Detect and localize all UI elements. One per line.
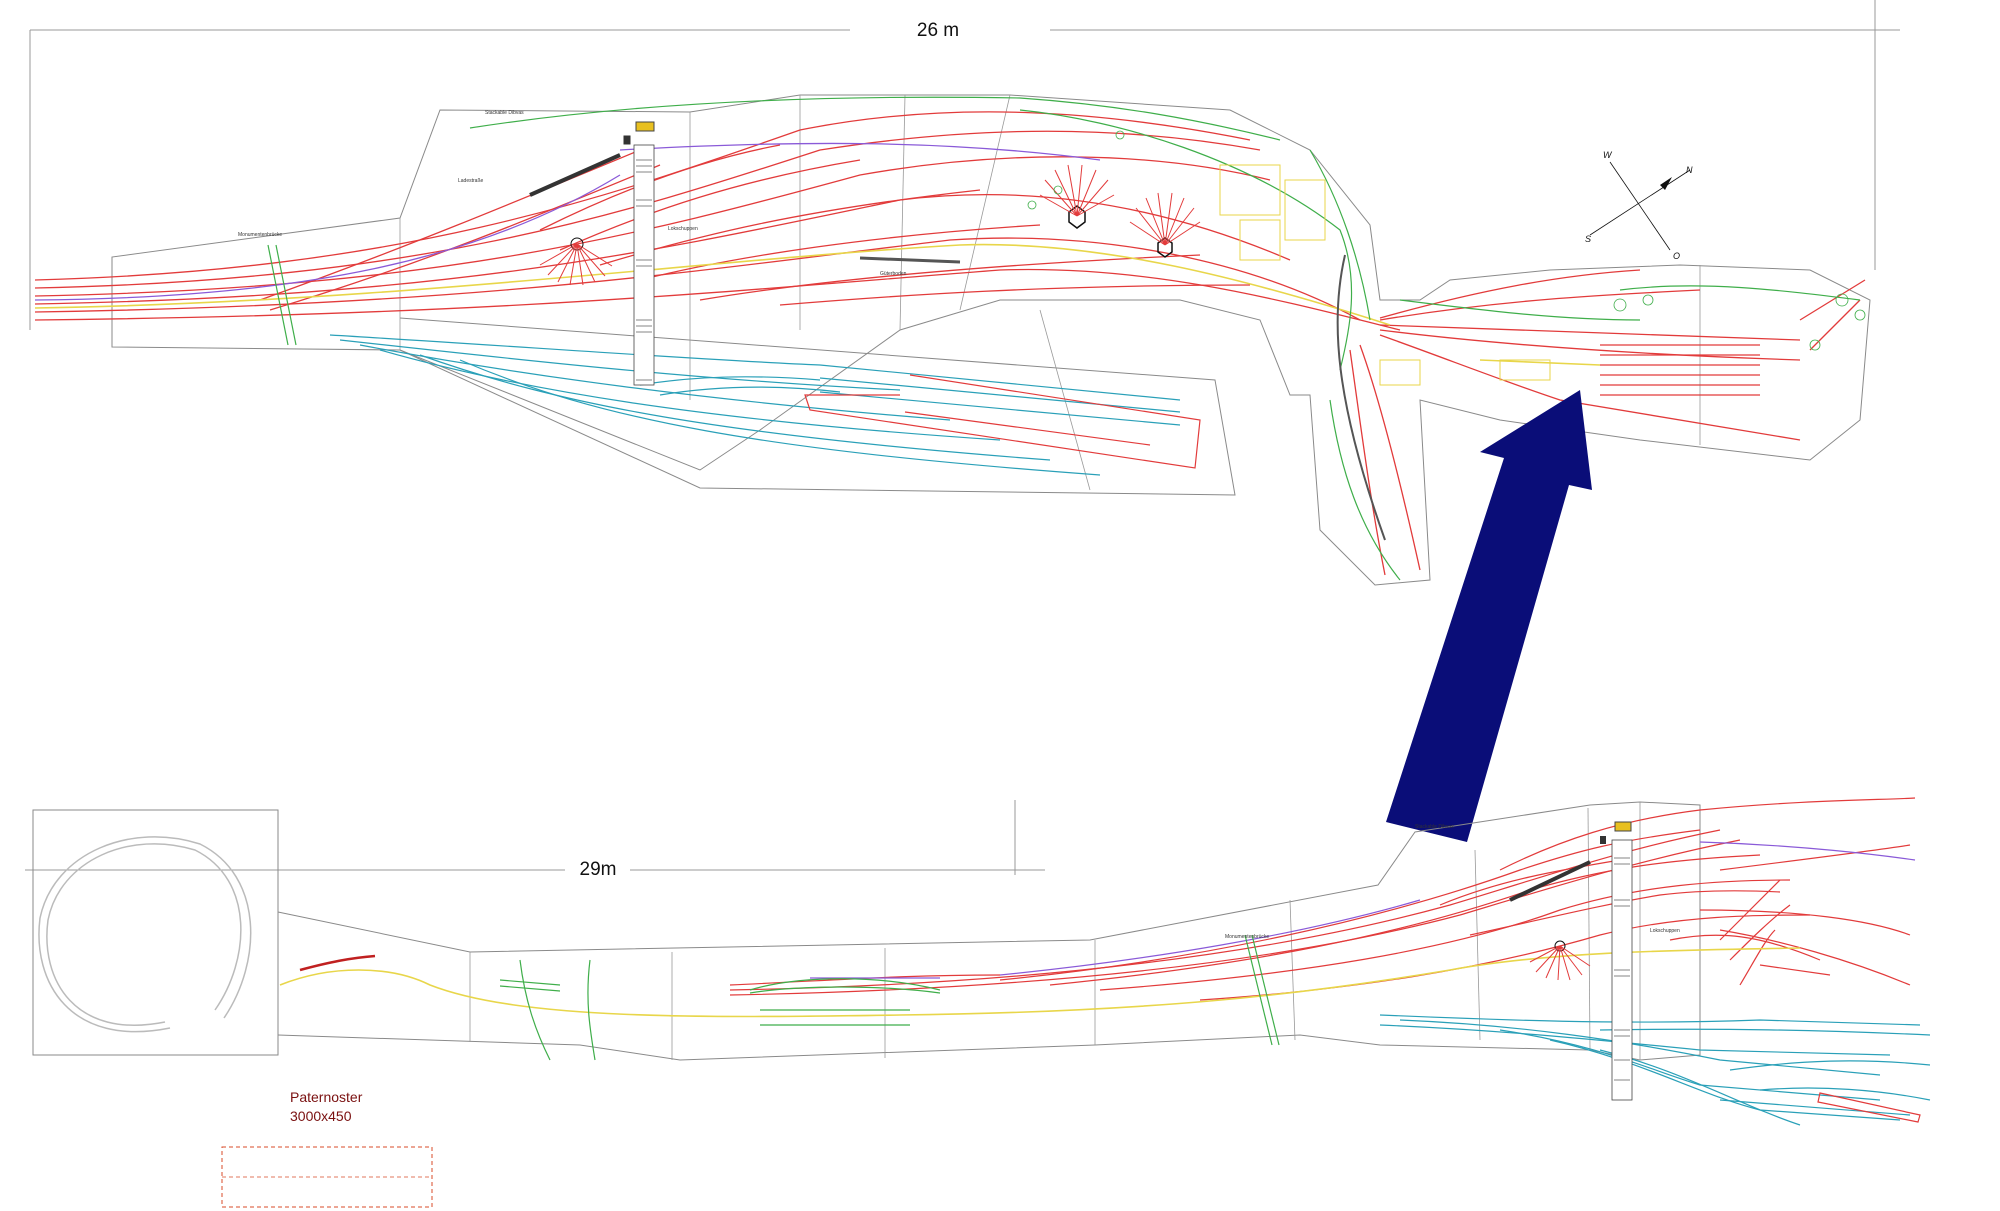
top-label-2: Ladestraße	[458, 178, 484, 184]
compass-o: O	[1673, 251, 1680, 261]
top-label-3: Güterboden	[880, 271, 907, 277]
bottom-start-track	[299, 954, 376, 972]
compass-rose: W N S O	[1585, 150, 1693, 261]
bottom-label-2: Lokschuppen	[1650, 928, 1680, 934]
top-layout: 26 m W N S O Monumentenbrücke Stackable …	[29, 0, 1900, 586]
paternoster-legend: Paternoster 3000x450	[221, 1089, 433, 1208]
top-platforms	[529, 121, 1386, 541]
bottom-dimension-label: 29m	[580, 859, 617, 880]
bottom-layout: 29m Monumentenbrücke Stackable Dibvas Lo…	[25, 797, 1931, 1126]
compass-s: S	[1585, 234, 1591, 244]
track-plan-diagram: 26 m W N S O Monumentenbrücke Stackable …	[25, 0, 1931, 1208]
helix-track	[38, 836, 252, 1033]
top-label-bridge: Monumentenbrücke	[238, 232, 282, 238]
paternoster-size: 3000x450	[290, 1108, 352, 1124]
compass-w: W	[1603, 150, 1613, 160]
top-trees	[1027, 130, 1866, 351]
bottom-roundhouse	[1529, 940, 1591, 981]
bottom-yellow-track	[279, 947, 1801, 1018]
top-roundhouse-mid	[1039, 164, 1115, 229]
top-baseboard-outline	[111, 94, 1871, 586]
bottom-label-bridge: Monumentenbrücke	[1225, 934, 1269, 940]
bottom-dimension-line	[25, 800, 1045, 875]
compass-n: N	[1686, 165, 1693, 175]
bottom-main-tracks	[729, 797, 1916, 1001]
paternoster-title: Paternoster	[290, 1089, 363, 1105]
top-roundhouse-right	[1129, 192, 1201, 258]
top-main-tracks	[34, 111, 1866, 576]
top-green-tracks	[267, 96, 1861, 581]
top-label-4: Lokschuppen	[668, 226, 698, 232]
bottom-label-1: Stackable Dibvas	[1415, 824, 1454, 830]
top-label-1: Stackable Dibvas	[485, 110, 524, 116]
transition-arrow-icon	[1386, 390, 1592, 842]
top-dimension-label: 26 m	[917, 20, 959, 41]
